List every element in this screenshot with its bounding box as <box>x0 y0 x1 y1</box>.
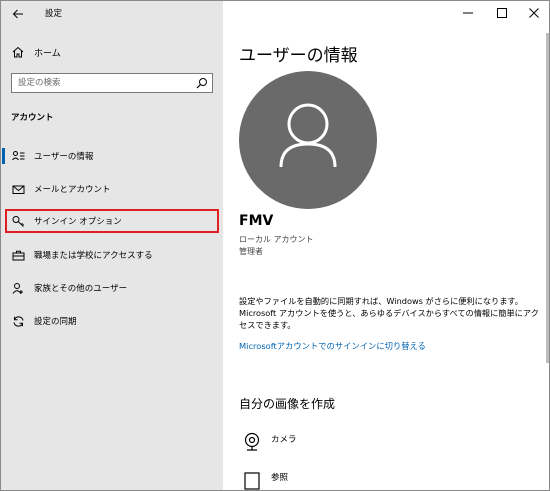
settings-window: 設定 ホーム アカウント ユーザーの情報 <box>0 0 550 491</box>
create-picture-heading: 自分の画像を作成 <box>239 397 336 411</box>
sidebar: 設定 ホーム アカウント ユーザーの情報 <box>1 1 223 490</box>
user-info-icon <box>12 151 25 161</box>
sync-info-line: 設定やファイルを自動的に同期すれば、Windows がさらに便利になります。 <box>239 296 523 306</box>
account-role: 管理者 <box>239 247 263 256</box>
sidebar-item-label: 職場または学校にアクセスする <box>34 251 153 261</box>
switch-to-microsoft-account-link[interactable]: Microsoftアカウントでのサインインに切り替える <box>239 340 426 352</box>
active-indicator <box>2 148 5 164</box>
browse-label: 参照 <box>271 473 289 483</box>
camera-option[interactable]: カメラ <box>239 429 439 455</box>
sync-info-line: Microsoft アカウントを使うと、あらゆるデバイスからすべての情報に簡単に… <box>239 308 539 318</box>
sync-icon <box>13 316 24 327</box>
people-icon <box>12 283 23 294</box>
camera-label: カメラ <box>271 435 297 445</box>
briefcase-icon <box>12 250 25 261</box>
avatar <box>239 71 377 209</box>
page-title: ユーザーの情報 <box>239 46 358 66</box>
main-content: ユーザーの情報 FMV ローカル アカウント 管理者 設定やファイルを自動的に同… <box>223 1 549 490</box>
home-icon <box>12 46 24 58</box>
sync-info-line: セスできます。 <box>239 320 296 330</box>
browse-option[interactable]: 参照 <box>239 467 439 490</box>
camera-icon <box>244 432 260 451</box>
mail-icon <box>12 185 25 194</box>
browse-icon <box>244 472 260 490</box>
back-arrow-icon <box>12 9 23 19</box>
sync-info-text: 設定やファイルを自動的に同期すれば、Windows がさらに便利になります。 M… <box>239 295 539 331</box>
titlebar-left: 設定 <box>1 1 223 27</box>
sidebar-item-label: 家族とその他のユーザー <box>34 284 128 294</box>
sidebar-item-sign-in-options[interactable]: サインイン オプション <box>5 209 219 233</box>
app-title: 設定 <box>45 9 63 19</box>
sidebar-item-label: ユーザーの情報 <box>34 152 94 162</box>
sidebar-item-work-school[interactable]: 職場または学校にアクセスする <box>1 243 223 267</box>
back-button[interactable] <box>5 3 31 25</box>
sidebar-item-user-info[interactable]: ユーザーの情報 <box>1 144 223 168</box>
section-label: アカウント <box>11 113 54 123</box>
sidebar-item-label: ホーム <box>34 49 61 59</box>
user-name: FMV <box>239 213 274 229</box>
sidebar-item-family-users[interactable]: 家族とその他のユーザー <box>1 276 223 300</box>
search-box[interactable] <box>11 73 213 93</box>
sidebar-item-sync-settings[interactable]: 設定の同期 <box>1 309 223 333</box>
user-avatar-icon <box>279 103 337 168</box>
sidebar-item-label: メールとアカウント <box>34 185 111 195</box>
sidebar-item-mail-accounts[interactable]: メールとアカウント <box>1 177 223 201</box>
scrollbar[interactable] <box>546 33 549 363</box>
sidebar-item-home[interactable]: ホーム <box>1 41 223 63</box>
sidebar-item-label: 設定の同期 <box>34 317 77 327</box>
search-icon[interactable] <box>196 77 208 89</box>
account-type: ローカル アカウント <box>239 235 314 244</box>
sidebar-item-label: サインイン オプション <box>34 217 122 227</box>
search-input[interactable] <box>12 74 190 92</box>
key-icon <box>12 216 24 227</box>
